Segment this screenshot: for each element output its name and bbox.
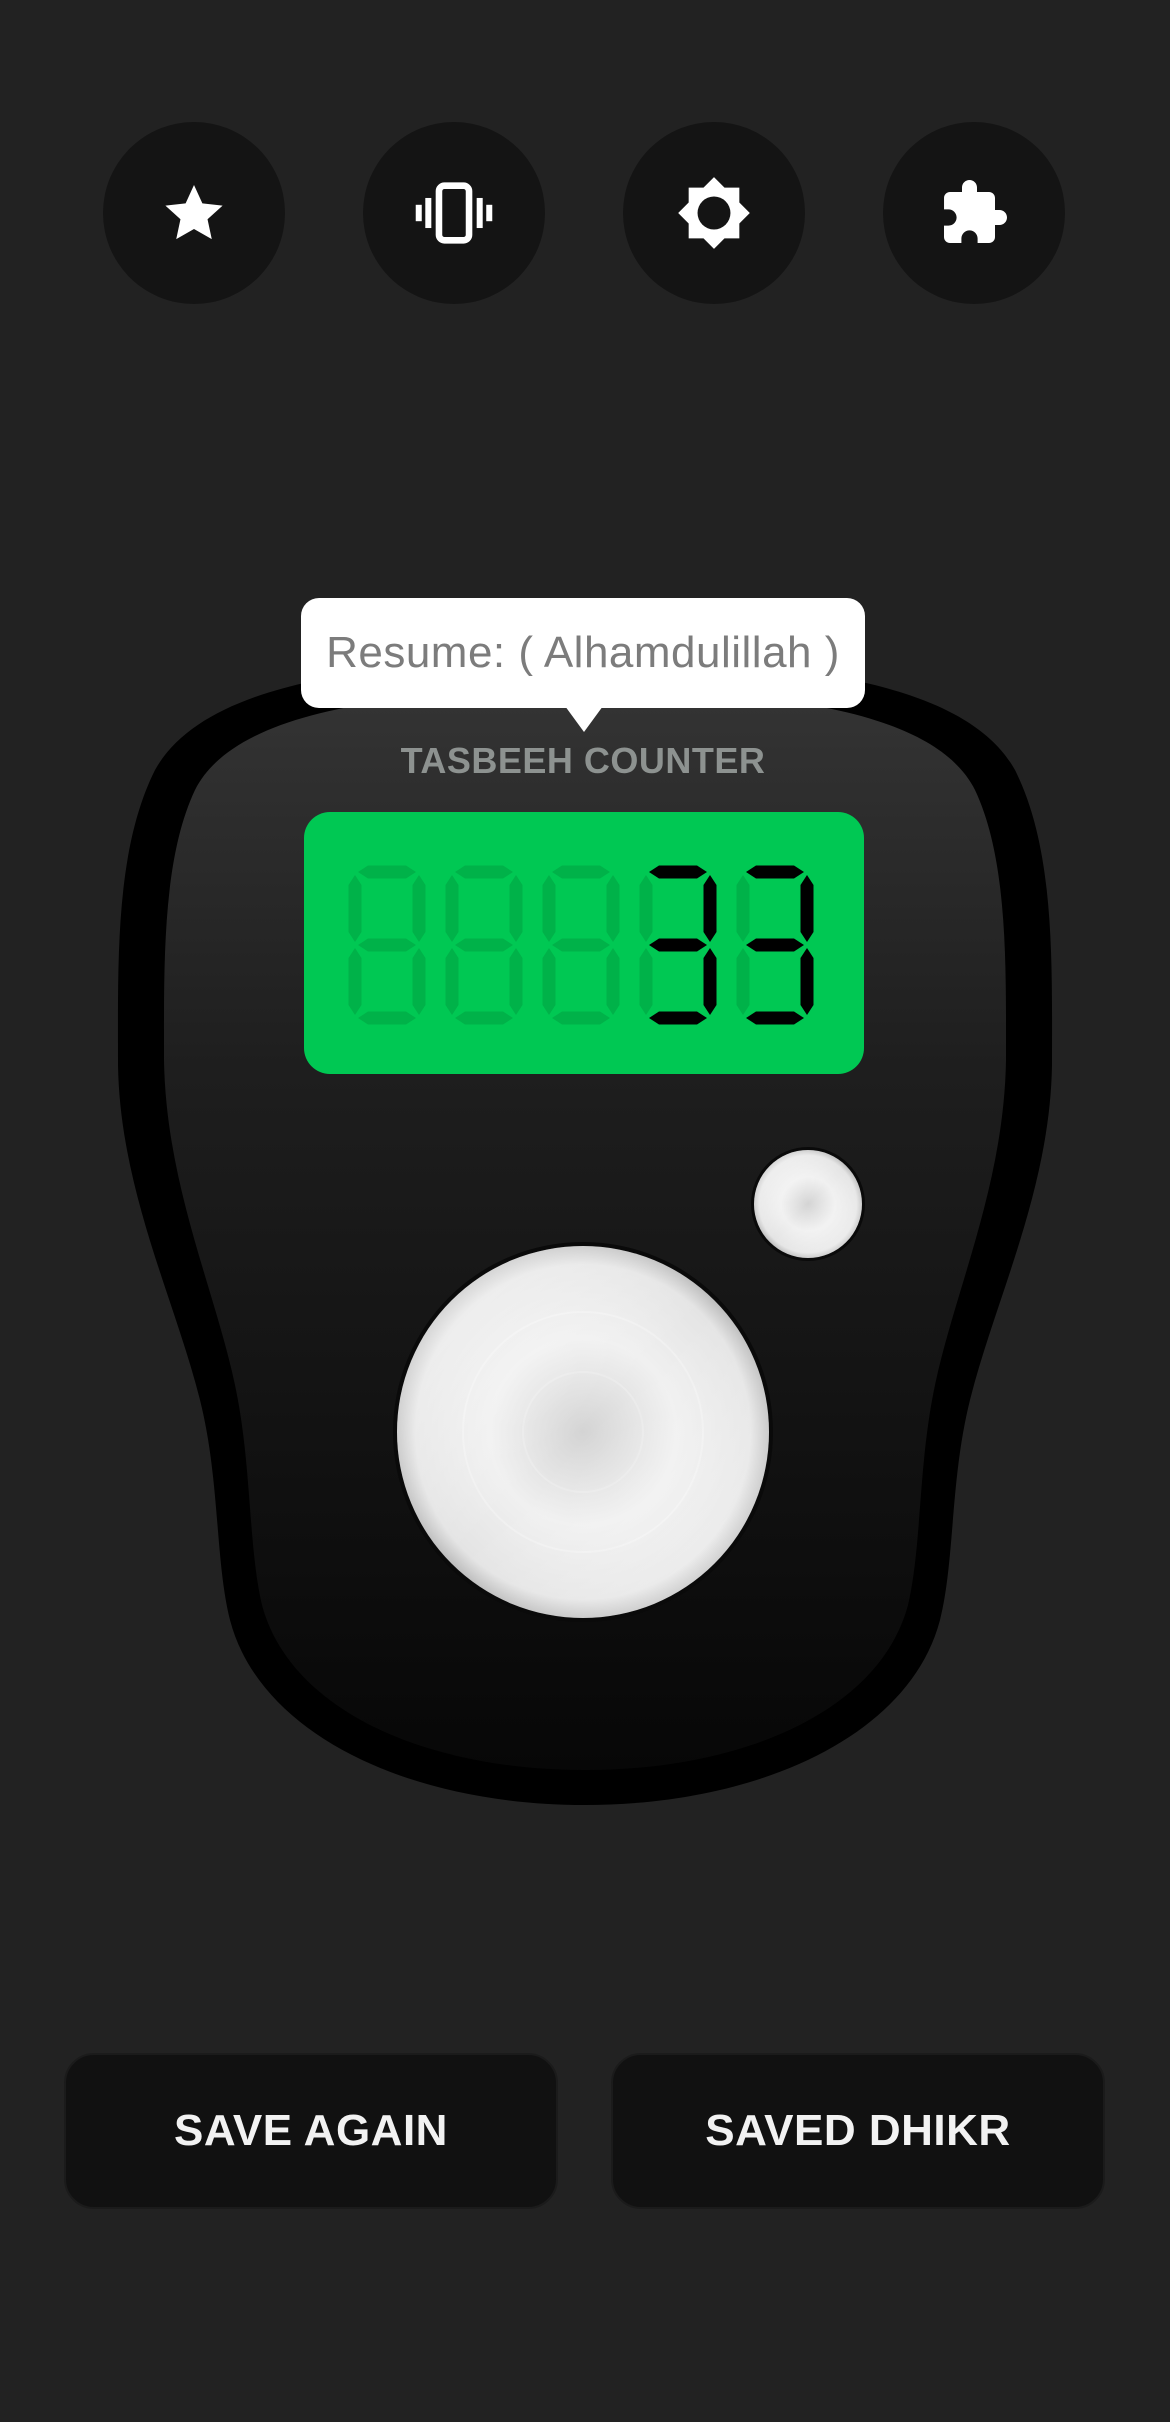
lcd-segment	[703, 948, 717, 1015]
lcd-segment	[639, 875, 653, 942]
lcd-segment	[348, 948, 362, 1015]
lcd-segment	[412, 948, 426, 1015]
lcd-segment	[455, 865, 513, 879]
lcd-segment	[649, 865, 707, 879]
lcd-segment	[800, 948, 814, 1015]
lcd-segment	[736, 875, 750, 942]
lcd-segment	[509, 948, 523, 1015]
tooltip-arrow	[565, 706, 603, 732]
lcd-segment	[455, 1011, 513, 1025]
count-button[interactable]	[393, 1242, 773, 1622]
reset-button[interactable]	[751, 1147, 865, 1261]
lcd-segment	[455, 938, 513, 952]
resume-tooltip: Resume: ( Alhamdulillah )	[301, 598, 865, 708]
lcd-segment	[606, 948, 620, 1015]
lcd-segment	[358, 938, 416, 952]
lcd-segment	[412, 875, 426, 942]
lcd-segment	[542, 875, 556, 942]
lcd-segment	[445, 875, 459, 942]
lcd-segment	[649, 938, 707, 952]
lcd-segment	[445, 948, 459, 1015]
lcd-segment	[552, 1011, 610, 1025]
lcd-segment	[348, 875, 362, 942]
lcd-segment	[509, 875, 523, 942]
lcd-segment	[358, 1011, 416, 1025]
lcd-segment	[606, 875, 620, 942]
lcd-segment	[552, 938, 610, 952]
lcd-segment	[703, 875, 717, 942]
lcd-segment	[800, 875, 814, 942]
lcd-segment	[358, 865, 416, 879]
lcd-segment	[552, 865, 610, 879]
lcd-segment	[746, 938, 804, 952]
lcd-segment	[746, 1011, 804, 1025]
counter-label: TASBEEH COUNTER	[400, 740, 766, 781]
save-again-button[interactable]: SAVE AGAIN	[64, 2053, 558, 2209]
resume-tooltip-text: Resume: ( Alhamdulillah )	[326, 628, 840, 677]
lcd-segment	[542, 948, 556, 1015]
lcd-segment	[639, 948, 653, 1015]
saved-dhikr-button[interactable]: SAVED DHIKR	[611, 2053, 1105, 2209]
lcd-segment	[746, 865, 804, 879]
lcd-segment	[649, 1011, 707, 1025]
lcd-segment	[736, 948, 750, 1015]
